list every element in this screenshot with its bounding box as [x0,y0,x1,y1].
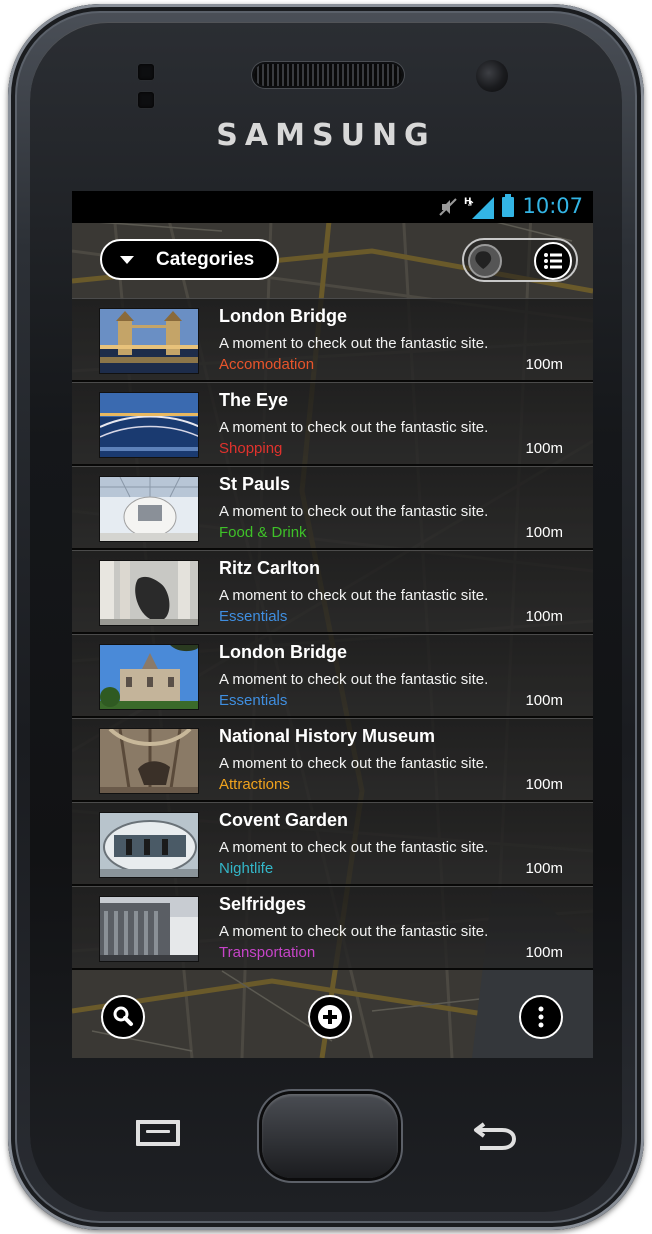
add-icon [318,1005,342,1029]
poi-description: A moment to check out the fantastic site… [219,419,489,436]
poi-category: Essentials [219,692,288,709]
back-key-icon[interactable] [468,1116,524,1156]
list-item[interactable]: Covent Garden A moment to check out the … [72,802,593,886]
thumbnail-museum-facade [99,644,199,710]
map-pin-icon [475,251,492,269]
poi-category: Accomodation [219,356,315,373]
battery-icon [502,194,514,217]
poi-category: Food & Drink [219,524,307,541]
poi-title: National History Museum [219,726,436,746]
mute-icon [439,198,457,216]
list-item[interactable]: National History Museum A moment to chec… [72,718,593,802]
thumbnail-white-atrium [99,476,199,542]
poi-distance: 100m [525,524,563,541]
screen: H 10:07 Categories London Bridge A momen… [72,191,593,1058]
poi-title: St Pauls [219,474,291,494]
list-item[interactable]: Ritz Carlton A moment to check out the f… [72,550,593,634]
poi-distance: 100m [525,608,563,625]
menu-key-icon[interactable] [134,1120,182,1148]
more-button[interactable] [519,995,563,1039]
poi-description: A moment to check out the fantastic site… [219,923,489,940]
list-item[interactable]: London Bridge A moment to check out the … [72,634,593,718]
poi-description: A moment to check out the fantastic site… [219,839,489,856]
thumbnail-river-night [99,392,199,458]
poi-title: London Bridge [219,642,347,662]
earpiece-speaker [254,64,402,86]
poi-category: Shopping [219,440,283,457]
poi-list: London Bridge A moment to check out the … [72,298,593,970]
poi-title: Selfridges [219,894,307,914]
list-item[interactable]: The Eye A moment to check out the fantas… [72,382,593,466]
home-key[interactable] [262,1094,398,1178]
poi-category: Attractions [219,776,290,793]
poi-distance: 100m [525,776,563,793]
more-vertical-icon [538,1006,544,1028]
thumbnail-eye-capsule [99,812,199,878]
caret-down-icon [120,256,134,264]
light-sensor [138,92,154,108]
poi-distance: 100m [525,944,563,961]
list-item[interactable]: St Pauls A moment to check out the fanta… [72,466,593,550]
thumbnail-museum-hall [99,728,199,794]
poi-title: Ritz Carlton [219,558,320,578]
list-item[interactable]: Selfridges A moment to check out the fan… [72,886,593,970]
search-button[interactable] [101,995,145,1039]
add-button[interactable] [308,995,352,1039]
poi-title: The Eye [219,390,289,410]
brand-logo: SAMSUNG [216,118,436,153]
status-time: 10:07 [522,194,583,218]
list-view-button[interactable] [534,242,572,280]
status-bar: H 10:07 [72,191,593,223]
list-item[interactable]: London Bridge A moment to check out the … [72,298,593,382]
poi-description: A moment to check out the fantastic site… [219,755,489,772]
search-icon [113,1006,133,1026]
poi-description: A moment to check out the fantastic site… [219,587,489,604]
poi-description: A moment to check out the fantastic site… [219,335,489,352]
list-icon [544,253,562,269]
poi-description: A moment to check out the fantastic site… [219,503,489,520]
proximity-sensor [138,64,154,80]
map-view-button[interactable] [468,244,502,278]
poi-distance: 100m [525,860,563,877]
poi-description: A moment to check out the fantastic site… [219,671,489,688]
front-camera [476,60,508,92]
signal-icon: H [464,197,494,219]
poi-category: Essentials [219,608,288,625]
poi-distance: 100m [525,692,563,709]
poi-distance: 100m [525,356,563,373]
thumbnail-store-building [99,896,199,962]
poi-title: London Bridge [219,306,347,326]
view-toggle [462,238,578,282]
thumbnail-sculpture [99,560,199,626]
thumbnail-tower-bridge [99,308,199,374]
poi-category: Transportation [219,944,316,961]
poi-title: Covent Garden [219,810,349,830]
categories-dropdown-button[interactable]: Categories [100,239,279,280]
categories-label: Categories [156,249,255,270]
poi-category: Nightlife [219,860,274,877]
poi-distance: 100m [525,440,563,457]
